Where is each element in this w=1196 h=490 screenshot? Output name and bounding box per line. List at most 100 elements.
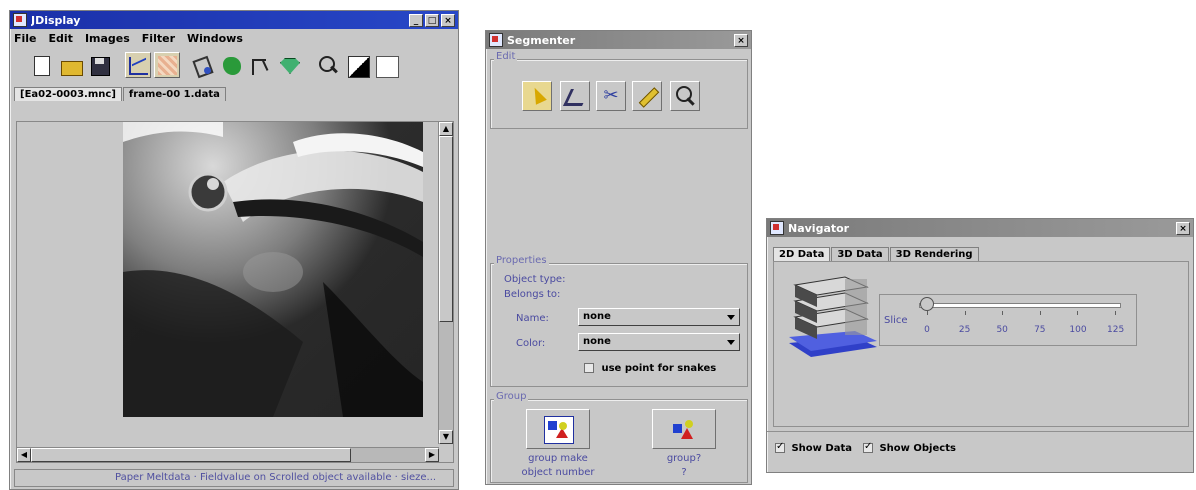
- edit-legend: Edit: [494, 51, 518, 62]
- chevron-down-icon: [727, 340, 735, 345]
- horizontal-scroll-thumb[interactable]: [31, 448, 351, 462]
- green-object-icon[interactable]: [218, 52, 244, 78]
- tab-3d-rendering[interactable]: 3D Rendering: [889, 247, 979, 261]
- tab-image-1[interactable]: [Ea02-0003.mnc]: [14, 87, 122, 101]
- slider-tick-mark: [927, 311, 928, 315]
- window-title: Segmenter: [507, 33, 576, 47]
- group-query-button[interactable]: [652, 409, 716, 449]
- close-button[interactable]: ×: [441, 13, 455, 27]
- slice-stack-icon: [789, 276, 877, 357]
- name-select[interactable]: none: [578, 308, 740, 326]
- image-tabs: [Ea02-0003.mnc] frame-00 1.data: [10, 83, 458, 101]
- vertical-scrollbar[interactable]: ▲ ▼: [438, 122, 453, 444]
- slider-tick-mark: [1039, 311, 1041, 315]
- group-query-caption: group?: [666, 453, 702, 464]
- color-select-value: none: [583, 336, 611, 347]
- slider-tick-label: 25: [958, 325, 971, 335]
- group-query-value: ?: [681, 467, 687, 478]
- menu-windows[interactable]: Windows: [187, 32, 243, 45]
- horizontal-scrollbar[interactable]: ◀ ▶: [17, 447, 439, 462]
- navigator-titlebar[interactable]: Navigator ×: [767, 219, 1193, 237]
- app-icon: [770, 221, 784, 235]
- scissors-icon[interactable]: ✂: [596, 81, 626, 111]
- scroll-down-button[interactable]: ▼: [439, 430, 453, 444]
- slider-tick-mark: [964, 311, 966, 315]
- scroll-left-button[interactable]: ◀: [17, 448, 31, 462]
- vertical-scroll-thumb[interactable]: [439, 136, 453, 322]
- save-icon[interactable]: [86, 52, 112, 78]
- menu-filter[interactable]: Filter: [142, 32, 175, 45]
- jdisplay-titlebar[interactable]: JDisplay _ □ ×: [10, 11, 458, 29]
- magnifier-icon[interactable]: [670, 81, 700, 111]
- name-select-value: none: [583, 311, 611, 322]
- slider-tick-label: 100: [1069, 325, 1087, 335]
- slider-tick-mark: [1115, 311, 1116, 315]
- name-label: Name:: [516, 313, 549, 324]
- slider-tick-label: 0: [924, 325, 930, 335]
- snake-checkbox[interactable]: [584, 363, 594, 373]
- scroll-right-button[interactable]: ▶: [425, 448, 439, 462]
- minimize-button[interactable]: _: [409, 13, 423, 27]
- tab-image-2[interactable]: frame-00 1.data: [122, 87, 226, 101]
- group-make-button[interactable]: [526, 409, 590, 449]
- slider-tick-label: 75: [1034, 325, 1046, 335]
- slider-tick-label: 50: [996, 325, 1008, 335]
- close-button[interactable]: ×: [734, 33, 748, 47]
- new-file-icon[interactable]: [28, 52, 54, 78]
- white-frame-icon[interactable]: [373, 52, 399, 78]
- maximize-button[interactable]: □: [425, 13, 439, 27]
- scroll-up-button[interactable]: ▲: [439, 122, 453, 136]
- zoom-icon[interactable]: [315, 52, 341, 78]
- navigator-window: Navigator × 2D Data 3D Data 3D Rendering…: [766, 218, 1194, 473]
- group-make-icon: [544, 416, 574, 444]
- chevron-down-icon: [727, 315, 735, 320]
- contrast-icon[interactable]: [344, 52, 370, 78]
- slider-tick-label: 125: [1107, 325, 1125, 335]
- open-folder-icon[interactable]: [57, 52, 83, 78]
- group-make-caption: group make: [528, 453, 588, 464]
- image-viewport[interactable]: ▲ ▼ ◀ ▶: [16, 121, 454, 463]
- segmenter-titlebar[interactable]: Segmenter ×: [486, 31, 751, 49]
- object-type-label: Object type:: [504, 274, 566, 285]
- menubar: File Edit Images Filter Windows: [10, 29, 458, 47]
- snake-option[interactable]: use point for snakes: [584, 363, 716, 374]
- chart-icon[interactable]: [125, 52, 151, 78]
- object-number-caption: object number: [521, 467, 595, 478]
- show-data-option[interactable]: Show Data: [775, 441, 852, 454]
- segmenter-window: Segmenter × Edit ✂ Properties Object typ…: [485, 30, 752, 485]
- pencil-icon[interactable]: [632, 81, 662, 111]
- slice-slider-thumb[interactable]: [920, 297, 934, 311]
- flood-fill-icon[interactable]: [189, 52, 215, 79]
- show-data-checkbox[interactable]: [775, 441, 785, 453]
- menu-images[interactable]: Images: [85, 32, 130, 45]
- status-bar: Paper Meltdata · Fieldvalue on Scrolled …: [14, 469, 454, 487]
- slice-label: Slice: [884, 315, 908, 326]
- slice-slider-panel: [879, 294, 1137, 346]
- color-select[interactable]: none: [578, 333, 740, 351]
- menu-edit[interactable]: Edit: [49, 32, 73, 45]
- slider-tick-mark: [1002, 311, 1004, 315]
- show-objects-label: Show Objects: [879, 443, 956, 454]
- jdisplay-window: JDisplay _ □ × File Edit Images Filter W…: [9, 10, 459, 490]
- pointer-tool-icon[interactable]: [522, 81, 552, 111]
- app-icon: [489, 33, 503, 47]
- show-data-label: Show Data: [791, 443, 852, 454]
- menu-file[interactable]: File: [14, 32, 37, 45]
- gem-icon[interactable]: [276, 52, 302, 78]
- snake-tool-icon[interactable]: [560, 81, 590, 111]
- show-objects-option[interactable]: Show Objects: [863, 441, 956, 454]
- toolbar: [10, 47, 458, 83]
- navigator-tabs: 2D Data 3D Data 3D Rendering: [767, 243, 1193, 261]
- texture-icon[interactable]: [154, 52, 180, 78]
- polyline-icon[interactable]: [247, 52, 273, 78]
- show-objects-checkbox[interactable]: [863, 441, 873, 453]
- close-button[interactable]: ×: [1176, 221, 1190, 235]
- tab-3d-data[interactable]: 3D Data: [831, 247, 889, 261]
- grayscale-image: [123, 122, 423, 417]
- slider-tick-mark: [1077, 311, 1079, 315]
- tab-2d-data[interactable]: 2D Data: [773, 247, 831, 261]
- group-query-icon: [671, 418, 699, 442]
- window-title: Navigator: [788, 221, 850, 235]
- color-label: Color:: [516, 338, 546, 349]
- slice-slider-track[interactable]: [919, 303, 1121, 308]
